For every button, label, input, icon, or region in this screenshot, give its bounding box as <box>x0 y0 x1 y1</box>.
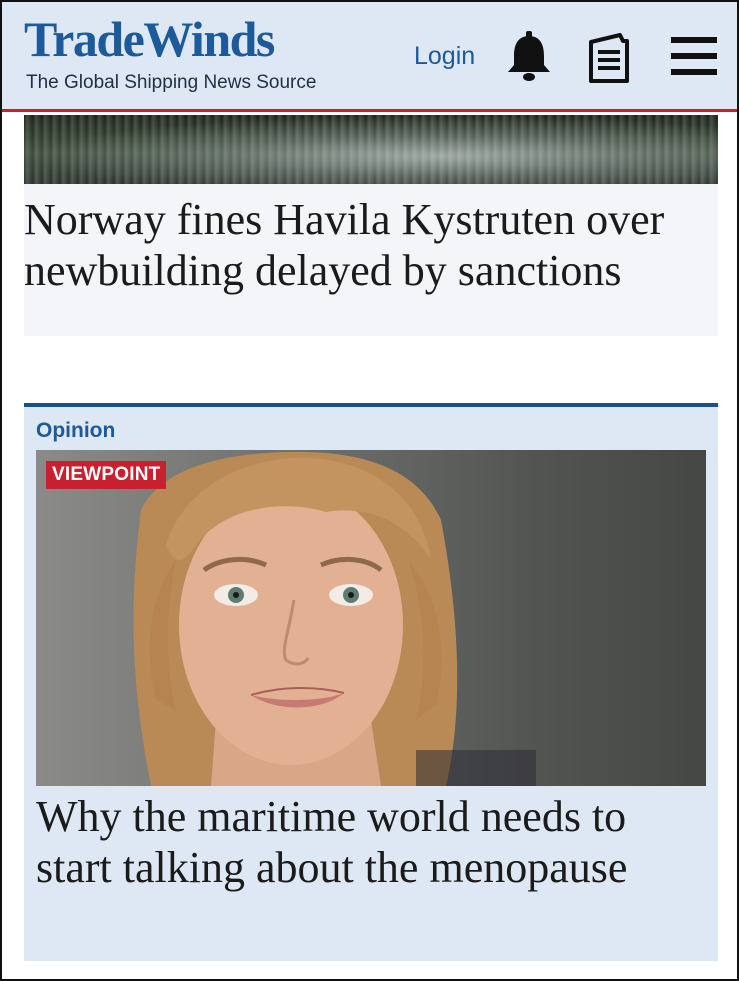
opinion-card[interactable]: Opinion VIEWPOINT Why the maritime world… <box>24 403 718 961</box>
newspaper-icon[interactable] <box>586 32 632 84</box>
top-story-headline[interactable]: Norway fines Havila Kystruten over newbu… <box>24 194 714 296</box>
bell-icon[interactable] <box>505 29 553 83</box>
site-header: TradeWinds The Global Shipping News Sour… <box>2 2 737 112</box>
top-story-card[interactable]: Norway fines Havila Kystruten over newbu… <box>24 184 718 336</box>
water-reflection <box>24 115 718 184</box>
site-logo[interactable]: TradeWinds <box>24 14 275 64</box>
opinion-headline[interactable]: Why the maritime world needs to start ta… <box>36 791 706 893</box>
menu-icon[interactable] <box>671 35 717 77</box>
opinion-section-label[interactable]: Opinion <box>36 419 115 443</box>
login-link[interactable]: Login <box>414 42 475 71</box>
portrait-illustration <box>133 451 536 786</box>
opinion-author-photo[interactable]: VIEWPOINT <box>36 450 706 786</box>
top-story-image[interactable] <box>24 115 718 184</box>
viewpoint-badge: VIEWPOINT <box>46 461 167 489</box>
site-tagline: The Global Shipping News Source <box>26 72 317 93</box>
